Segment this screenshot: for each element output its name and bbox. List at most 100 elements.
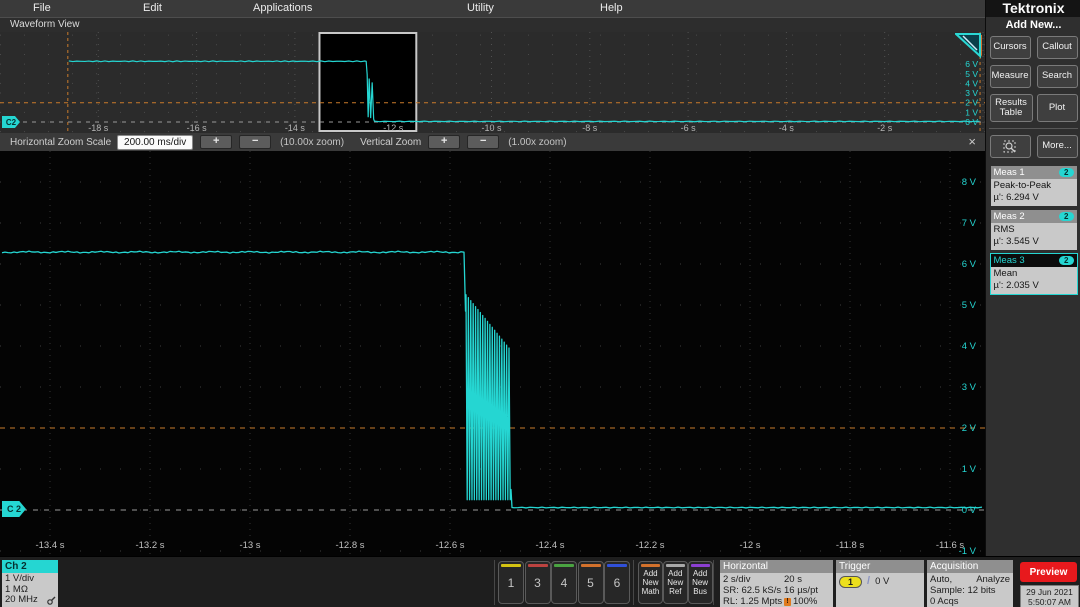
measurement-card-3[interactable]: Meas 32Meanµ': 2.035 V	[991, 254, 1077, 294]
main-x-tick-label: -12.2 s	[635, 540, 664, 551]
add-new-bus-button[interactable]: AddNewBus	[688, 561, 713, 604]
vertical-zoom-label: Vertical Zoom	[360, 137, 421, 148]
overview-y-tick-label: 1 V	[965, 107, 978, 117]
tab-waveform-view[interactable]: Waveform View	[6, 19, 83, 30]
overview-plot[interactable]: -18 s-16 s-14 s-12 s-10 s-8 s-6 s-4 s-2 …	[0, 32, 985, 133]
add-new-label: AddNewRef	[664, 569, 687, 596]
horizontal-zoom-scale-label: Horizontal Zoom Scale	[10, 137, 111, 148]
trigger-source-badge[interactable]: 1	[839, 576, 862, 588]
channel-1-button[interactable]: 1	[498, 561, 524, 604]
measurement-list: Meas 12Peak-to-Peakµ': 6.294 VMeas 22RMS…	[986, 166, 1080, 294]
horizontal-panel-title: Horizontal	[720, 560, 833, 573]
add-new-ref-button[interactable]: AddNewRef	[663, 561, 688, 604]
buffer-status: ! 100%	[784, 596, 830, 607]
add-measure-button[interactable]: Measure	[990, 65, 1031, 88]
probe-icon	[47, 596, 56, 605]
main-x-tick-label: -13 s	[239, 540, 260, 551]
close-zoom-icon[interactable]: ×	[968, 134, 976, 149]
channel-number: 4	[552, 576, 576, 590]
channel-3-button[interactable]: 3	[525, 561, 551, 604]
channel-number: 5	[579, 576, 603, 590]
channel-number: 3	[526, 576, 550, 590]
trigger-panel-title: Trigger	[836, 560, 924, 573]
add-callout-button[interactable]: Callout	[1037, 36, 1078, 59]
measurement-card-2[interactable]: Meas 22RMSµ': 3.545 V	[991, 210, 1077, 250]
main-y-tick-label: 6 V	[962, 259, 977, 270]
channel2-waveform-main	[2, 251, 982, 508]
sample-rate: SR: 62.5 kS/s	[723, 585, 781, 596]
acquisition-panel[interactable]: Acquisition Auto, Analyze Sample: 12 bit…	[927, 560, 1013, 607]
menu-file[interactable]: File	[33, 2, 51, 14]
add-cursors-button[interactable]: Cursors	[990, 36, 1031, 59]
menu-utility[interactable]: Utility	[467, 2, 494, 14]
more-button[interactable]: More...	[1037, 135, 1078, 158]
expansion-point-icon[interactable]	[955, 33, 983, 59]
measurement-card-1[interactable]: Meas 12Peak-to-Peakµ': 6.294 V	[991, 166, 1077, 206]
measurement-body: RMSµ': 3.545 V	[991, 223, 1077, 250]
measurement-type: Mean	[994, 268, 1074, 280]
add-new-color-stripe	[691, 564, 710, 567]
add-new-label: AddNewBus	[689, 569, 712, 596]
preview-button[interactable]: Preview	[1020, 562, 1077, 582]
measurement-header: Meas 22	[991, 210, 1077, 223]
add-results-table-button[interactable]: Results Table	[990, 94, 1033, 122]
channel2-name[interactable]: Ch 2	[2, 560, 58, 573]
horizontal-panel[interactable]: Horizontal 2 s/div 20 s SR: 62.5 kS/s 16…	[720, 560, 833, 607]
main-waveform-view[interactable]: -13.4 s-13.2 s-13 s-12.8 s-12.6 s-12.4 s…	[0, 151, 985, 556]
overview-x-tick-label: -16 s	[187, 123, 208, 133]
channel-4-button[interactable]: 4	[551, 561, 577, 604]
horizontal-zoom-minus-button[interactable]: −	[239, 135, 271, 149]
main-x-tick-label: -13.4 s	[35, 540, 64, 551]
oscilloscope-screen: File Edit Applications Utility Help Waveform…	[0, 0, 1080, 607]
overview-x-tick-label: -2 s	[877, 123, 893, 133]
main-y-tick-label: 1 V	[962, 464, 977, 475]
overview-x-tick-label: -12 s	[383, 123, 404, 133]
measurement-value: µ': 2.035 V	[994, 280, 1074, 292]
horizontal-scale: 2 s/div	[723, 574, 750, 585]
measurement-name: Meas 1	[994, 167, 1025, 178]
tektronix-logo: Tektronix	[1003, 0, 1065, 16]
vertical-zoom-minus-button[interactable]: −	[467, 135, 499, 149]
acquisition-analyze: Analyze	[976, 574, 1010, 585]
channel2-waveform-overview	[69, 61, 980, 122]
vertical-zoom-factor: (1.00x zoom)	[508, 137, 566, 148]
horizontal-zoom-scale-input[interactable]: 200.00 ms/div	[117, 135, 193, 150]
menu-applications[interactable]: Applications	[253, 2, 312, 14]
zoom-scale-bar: Horizontal Zoom Scale 200.00 ms/div + − …	[0, 133, 985, 151]
measurement-body: Meanµ': 2.035 V	[991, 267, 1077, 294]
main-y-tick-label: 7 V	[962, 218, 977, 229]
measurement-name: Meas 3	[994, 255, 1025, 266]
main-y-tick-label: 4 V	[962, 341, 977, 352]
channel2-scale: 1 V/div	[5, 574, 55, 585]
menu-help[interactable]: Help	[600, 2, 623, 14]
add-new-color-stripe	[641, 564, 660, 567]
divider	[633, 560, 634, 605]
trigger-panel[interactable]: Trigger 1 / 0 V	[836, 560, 924, 607]
channel-5-button[interactable]: 5	[578, 561, 604, 604]
channel2-badge[interactable]: Ch 2 1 V/div 1 MΩ 20 MHz	[2, 560, 58, 607]
add-new-math-button[interactable]: AddNewMath	[638, 561, 663, 604]
menu-edit[interactable]: Edit	[143, 2, 162, 14]
bottom-bar: Ch 2 1 V/div 1 MΩ 20 MHz 13456 AddNewMat…	[0, 556, 1080, 607]
measurement-type: Peak-to-Peak	[994, 180, 1074, 192]
measurement-value: µ': 3.545 V	[994, 236, 1074, 248]
measurement-header: Meas 32	[991, 254, 1077, 267]
horizontal-zoom-plus-button[interactable]: +	[200, 135, 232, 149]
right-sidebar: Tektronix Add New... CursorsCalloutMeasu…	[985, 0, 1080, 556]
channel-6-button[interactable]: 6	[604, 561, 630, 604]
main-x-tick-label: -13.2 s	[135, 540, 164, 551]
add-new-label: AddNewMath	[639, 569, 662, 596]
main-y-tick-label: -1 V	[959, 546, 977, 556]
main-y-tick-label: 3 V	[962, 382, 977, 393]
zoom-select-button[interactable]	[990, 135, 1031, 158]
main-plot[interactable]: -13.4 s-13.2 s-13 s-12.8 s-12.6 s-12.4 s…	[0, 151, 985, 556]
measurement-type: RMS	[994, 224, 1074, 236]
add-search-button[interactable]: Search	[1037, 65, 1078, 88]
waveform-overview[interactable]: -18 s-16 s-14 s-12 s-10 s-8 s-6 s-4 s-2 …	[0, 32, 985, 133]
vertical-zoom-plus-button[interactable]: +	[428, 135, 460, 149]
horizontal-zoom-factor: (10.00x zoom)	[280, 137, 344, 148]
measurement-source-badge: 2	[1059, 212, 1073, 221]
measurement-value: µ': 6.294 V	[994, 192, 1074, 204]
acquisition-count: 0 Acqs	[930, 596, 1010, 607]
add-plot-button[interactable]: Plot	[1037, 94, 1078, 122]
